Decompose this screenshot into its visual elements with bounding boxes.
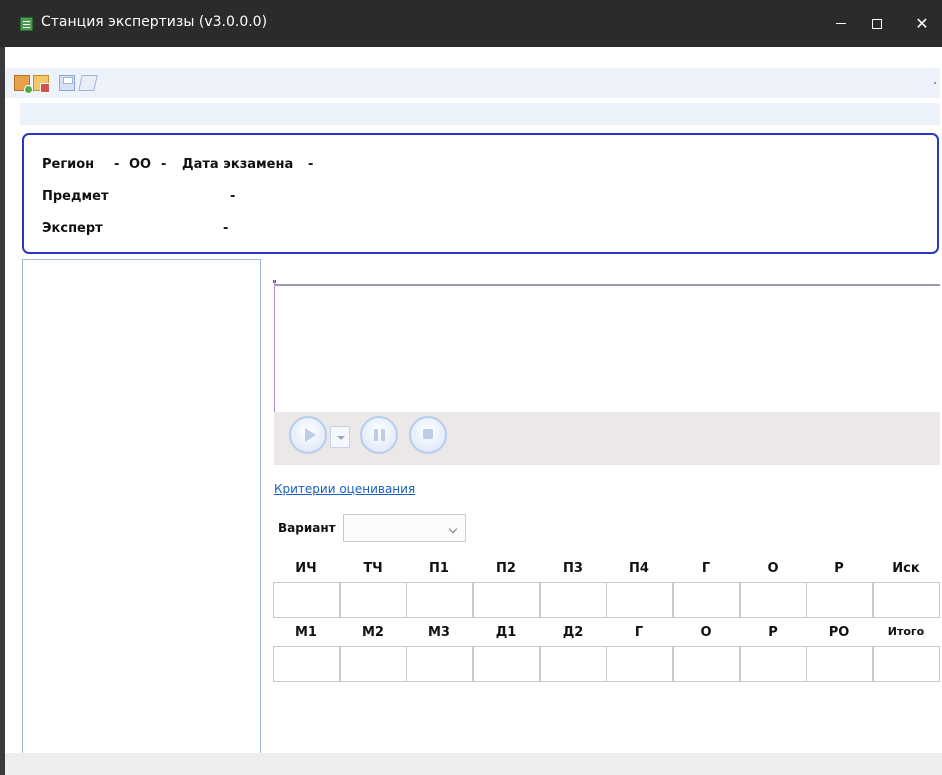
window-left-edge <box>0 47 5 775</box>
region-value: - <box>114 157 120 172</box>
toolbar <box>5 68 940 98</box>
pause-icon[interactable] <box>360 416 398 454</box>
score-header: О <box>767 561 779 576</box>
minimize-icon <box>836 23 846 24</box>
score-cell[interactable] <box>540 582 607 618</box>
score-header: Р <box>834 561 844 576</box>
score-header: Д1 <box>495 625 517 640</box>
score-cell[interactable] <box>406 582 473 618</box>
play-icon[interactable] <box>289 416 327 454</box>
score-cell[interactable] <box>273 582 340 618</box>
score-cell[interactable] <box>873 646 940 682</box>
main-window: Станция экспертизы (v3.0.0.0) ✕ Регион -… <box>0 0 942 775</box>
maximize-button[interactable] <box>854 0 900 47</box>
score-cell[interactable] <box>406 646 473 682</box>
app-icon <box>20 17 33 31</box>
score-cell[interactable] <box>673 582 740 618</box>
score-header: Г <box>634 625 644 640</box>
score-cell[interactable] <box>473 646 540 682</box>
score-header: О <box>700 625 712 640</box>
close-button[interactable]: ✕ <box>899 0 942 47</box>
criteria-link[interactable]: Критерии оценивания <box>274 482 415 496</box>
maximize-icon <box>872 18 882 29</box>
score-header: М1 <box>295 625 317 640</box>
score-cell[interactable] <box>740 646 807 682</box>
subject-value: - <box>230 189 236 204</box>
score-header: Р <box>768 625 778 640</box>
secondary-toolbar-strip <box>20 103 940 125</box>
status-bar <box>5 753 942 775</box>
score-header: РО <box>828 625 850 640</box>
exam-info-panel: Регион - ОО - Дата экзамена - Предмет - … <box>22 133 939 254</box>
new-document-icon[interactable] <box>14 75 33 94</box>
score-cell[interactable] <box>473 582 540 618</box>
score-cell[interactable] <box>806 582 873 618</box>
score-header: Д2 <box>562 625 584 640</box>
oo-value: - <box>161 157 167 172</box>
close-icon: ✕ <box>915 14 929 33</box>
score-header: Иск <box>892 561 920 576</box>
score-cell[interactable] <box>540 646 607 682</box>
work-list[interactable] <box>22 259 261 768</box>
score-cell[interactable] <box>740 582 807 618</box>
score-header: М2 <box>362 625 384 640</box>
expert-label: Эксперт <box>42 221 103 236</box>
score-cell[interactable] <box>873 582 940 618</box>
toolbar-grip <box>934 82 936 84</box>
stop-icon[interactable] <box>409 416 447 454</box>
score-cell[interactable] <box>273 646 340 682</box>
score-header: М3 <box>428 625 450 640</box>
score-header: ТЧ <box>363 561 383 576</box>
score-cell[interactable] <box>806 646 873 682</box>
media-area-border <box>274 280 275 412</box>
save-icon[interactable] <box>59 75 75 91</box>
expert-value: - <box>223 221 229 236</box>
exam-date-label: Дата экзамена <box>182 157 294 172</box>
subject-label: Предмет <box>42 189 109 204</box>
score-cell[interactable] <box>606 646 673 682</box>
score-cell[interactable] <box>340 582 407 618</box>
title-bar: Станция экспертизы (v3.0.0.0) ✕ <box>0 0 942 47</box>
media-timeline[interactable] <box>274 284 940 286</box>
oo-label: ОО <box>129 157 152 172</box>
open-folder-icon[interactable] <box>33 75 50 93</box>
score-header: ИЧ <box>295 561 317 576</box>
dropdown-arrow-icon[interactable] <box>330 426 350 448</box>
score-header: П4 <box>629 561 649 576</box>
score-header: П1 <box>429 561 449 576</box>
score-header: П2 <box>496 561 516 576</box>
print-preview-icon[interactable] <box>78 75 98 91</box>
exam-date-value: - <box>308 157 314 172</box>
score-cell[interactable] <box>673 646 740 682</box>
variant-select[interactable] <box>343 514 466 542</box>
score-header: П3 <box>563 561 583 576</box>
window-title: Станция экспертизы (v3.0.0.0) <box>41 14 268 30</box>
score-header: Итого <box>887 625 925 638</box>
variant-label: Вариант <box>278 521 336 535</box>
score-header: Г <box>701 561 711 576</box>
region-label: Регион <box>42 157 95 172</box>
score-cell[interactable] <box>340 646 407 682</box>
score-cell[interactable] <box>606 582 673 618</box>
